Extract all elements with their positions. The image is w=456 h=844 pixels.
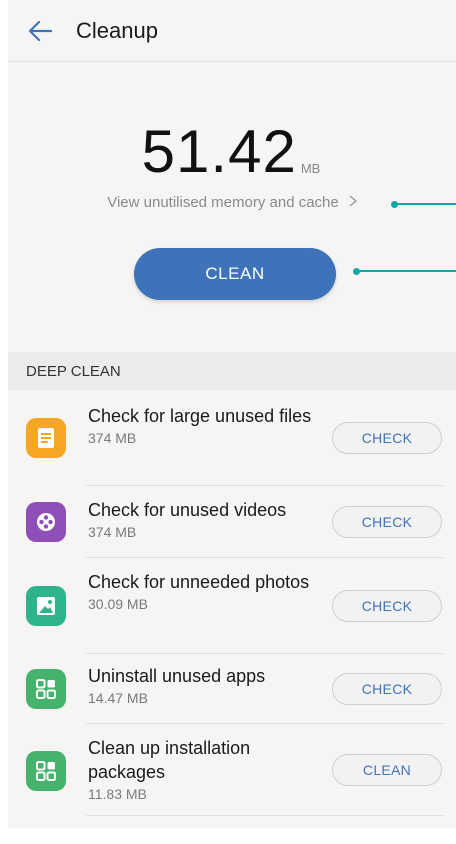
callout-line-clean-button	[358, 270, 456, 272]
item-text: Clean up installation packages 11.83 MB	[88, 736, 318, 802]
check-unneeded-photos-button[interactable]: CHECK	[332, 590, 442, 622]
item-text: Check for unneeded photos 30.09 MB	[88, 570, 318, 612]
item-title: Clean up installation packages	[88, 738, 251, 782]
callout-line-view-link	[396, 203, 456, 205]
check-large-files-button[interactable]: CHECK	[332, 422, 442, 454]
item-size: 374 MB	[88, 524, 137, 540]
page-title: Cleanup	[76, 17, 158, 43]
item-size: 11.83 MB	[88, 786, 147, 802]
deep-clean-list: Check for large unused files 374 MB CHEC…	[8, 390, 456, 816]
item-text: Check for large unused files 374 MB	[88, 404, 318, 446]
item-size: 374 MB	[88, 430, 137, 446]
item-text: Uninstall unused apps 14.47 MB	[88, 664, 318, 706]
bottom-edge	[8, 828, 456, 844]
check-unused-videos-button[interactable]: CHECK	[332, 506, 442, 538]
clean-installation-packages-button[interactable]: CLEAN	[332, 754, 442, 786]
item-title: Check for large unused files	[88, 406, 312, 426]
package-grid-icon	[26, 751, 66, 791]
list-item-unneeded-photos[interactable]: Check for unneeded photos 30.09 MB CHECK	[8, 558, 456, 654]
item-text: Check for unused videos 374 MB	[88, 498, 318, 540]
list-item-unused-apps[interactable]: Uninstall unused apps 14.47 MB CHECK	[8, 654, 456, 724]
junk-size: 51.42 MB	[8, 122, 456, 182]
view-memory-cache-link[interactable]: View unutilised memory and cache	[8, 194, 456, 211]
item-title: Check for unneeded photos	[88, 572, 310, 592]
junk-size-value: 51.42	[141, 118, 297, 185]
item-size: 30.09 MB	[88, 596, 148, 612]
list-item-unused-videos[interactable]: Check for unused videos 374 MB CHECK	[8, 486, 456, 558]
junk-size-unit: MB	[300, 161, 321, 176]
list-item-installation-packages[interactable]: Clean up installation packages 11.83 MB …	[8, 724, 456, 816]
image-icon	[26, 586, 66, 626]
arrow-left-icon	[28, 20, 53, 41]
item-title: Check for unused videos	[88, 500, 287, 520]
chevron-right-icon	[349, 194, 357, 211]
apps-grid-icon	[26, 669, 66, 709]
item-size: 14.47 MB	[88, 690, 148, 706]
view-memory-cache-label: View unutilised memory and cache	[107, 194, 339, 211]
clean-button[interactable]: CLEAN	[134, 248, 336, 300]
divider	[86, 815, 444, 816]
check-unused-apps-button[interactable]: CHECK	[332, 673, 442, 705]
list-item-large-files[interactable]: Check for large unused files 374 MB CHEC…	[8, 390, 456, 486]
app-bar: Cleanup	[8, 0, 456, 62]
back-button[interactable]	[8, 0, 72, 62]
storage-summary: 51.42 MB View unutilised memory and cach…	[8, 62, 456, 352]
document-icon	[26, 418, 66, 458]
deep-clean-header: DEEP CLEAN	[8, 352, 456, 390]
item-title: Uninstall unused apps	[88, 666, 266, 686]
cleanup-screen: Cleanup 51.42 MB View unutilised memory …	[8, 0, 456, 844]
film-reel-icon	[26, 502, 66, 542]
